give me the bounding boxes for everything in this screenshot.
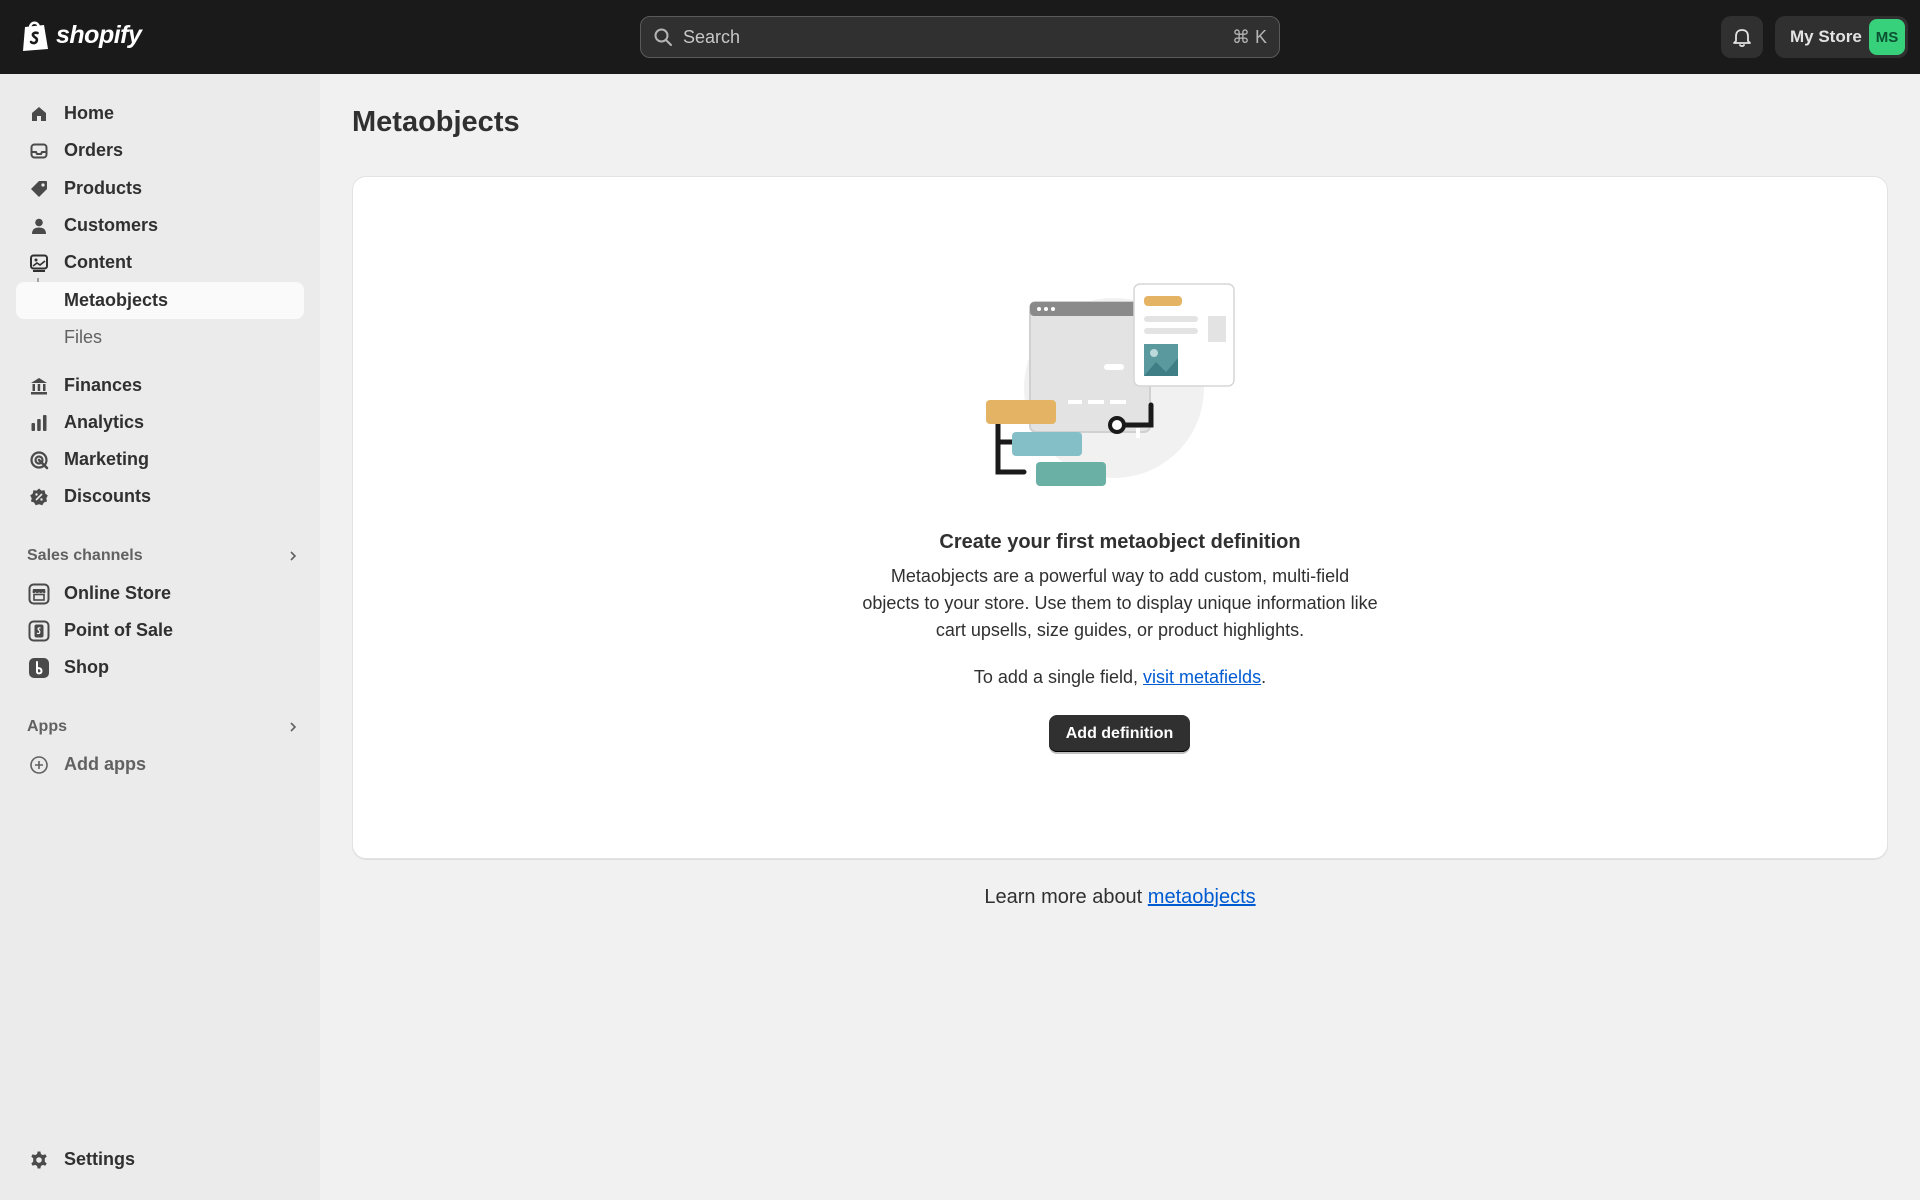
visit-metafields-link[interactable]: visit metafields: [1143, 667, 1261, 687]
metaobject-illustration: [986, 283, 1235, 486]
sidebar-item-customers[interactable]: Customers: [16, 207, 304, 244]
sidebar: Home Orders Products Customers Content M…: [0, 74, 320, 1200]
apps-heading[interactable]: Apps: [27, 714, 299, 740]
sidebar-item-content[interactable]: Content: [16, 244, 304, 281]
sidebar-item-settings[interactable]: Settings: [16, 1141, 304, 1178]
sidebar-item-label: Online Store: [64, 583, 172, 603]
learn-more-prefix: Learn more about: [984, 886, 1148, 908]
sidebar-item-label: Metaobjects: [64, 290, 169, 310]
sales-channels-heading[interactable]: Sales channels: [27, 543, 299, 569]
sidebar-item-label: Content: [64, 252, 132, 272]
sidebar-item-label: Settings: [64, 1149, 136, 1169]
sidebar-item-label: Marketing: [64, 449, 150, 469]
sidebar-item-discounts[interactable]: Discounts: [16, 478, 304, 515]
search-icon: [654, 28, 672, 46]
sidebar-item-home[interactable]: Home: [16, 95, 304, 132]
sidebar-item-label: Shop: [64, 657, 109, 677]
gear-icon: [27, 1148, 51, 1172]
target-icon: [27, 448, 51, 472]
store-menu-button[interactable]: My Store MS: [1775, 16, 1908, 58]
avatar: MS: [1869, 19, 1905, 55]
add-definition-button[interactable]: Add definition: [1049, 715, 1190, 752]
shopify-bag-icon: [23, 21, 48, 51]
sidebar-item-finances[interactable]: Finances: [16, 367, 304, 404]
sidebar-item-label: Home: [64, 103, 115, 123]
sidebar-item-label: Files: [64, 327, 103, 347]
sidebar-item-metaobjects[interactable]: Metaobjects: [16, 282, 304, 319]
sidebar-item-files[interactable]: Files: [16, 319, 304, 356]
single-field-text: To add a single field, visit metafields.: [352, 667, 1888, 688]
sidebar-item-label: Point of Sale: [64, 620, 174, 640]
store-icon: [27, 582, 51, 606]
add-circle-icon: [27, 753, 51, 777]
inbox-icon: [27, 139, 51, 163]
sidebar-item-label: Discounts: [64, 486, 152, 506]
shop-icon: [27, 656, 51, 680]
empty-state-body: Metaobjects are a powerful way to add cu…: [862, 566, 1378, 640]
person-icon: [27, 214, 51, 238]
notifications-button[interactable]: [1721, 16, 1763, 58]
sidebar-item-label: Orders: [64, 140, 124, 160]
bank-icon: [27, 374, 51, 398]
chevron-right-icon: [290, 551, 297, 561]
empty-state-card: [352, 176, 1888, 859]
sidebar-item-label: Finances: [64, 375, 143, 395]
sidebar-item-label: Customers: [64, 215, 159, 235]
shopify-logo[interactable]: shopify: [20, 18, 142, 52]
search-shortcut: ⌘ K: [1231, 26, 1267, 47]
metaobjects-link[interactable]: metaobjects: [1148, 886, 1256, 908]
discount-icon: [27, 485, 51, 509]
section-label: Apps: [27, 718, 67, 735]
single-field-suffix: .: [1261, 667, 1267, 687]
chevron-right-icon: [290, 722, 297, 732]
sidebar-item-label: Products: [64, 178, 143, 198]
content-icon: [27, 251, 51, 275]
top-bar: shopify Search ⌘ K My Store MS: [0, 0, 1920, 74]
home-icon: [27, 102, 51, 126]
sidebar-item-orders[interactable]: Orders: [16, 132, 304, 169]
sidebar-item-online-store[interactable]: Online Store: [16, 575, 304, 612]
learn-more-text: Learn more about metaobjects: [352, 886, 1888, 909]
empty-state-heading: Create your first metaobject definition: [939, 531, 1301, 553]
search-placeholder: Search: [683, 26, 741, 47]
sidebar-item-point-of-sale[interactable]: Point of Sale: [16, 612, 304, 649]
pos-icon: [27, 619, 51, 643]
logo-text: shopify: [56, 20, 142, 49]
chart-icon: [27, 411, 51, 435]
tag-icon: [27, 177, 51, 201]
sidebar-item-analytics[interactable]: Analytics: [16, 404, 304, 441]
sidebar-item-marketing[interactable]: Marketing: [16, 441, 304, 478]
sidebar-item-label: Add apps: [64, 754, 147, 774]
store-name: My Store: [1790, 27, 1862, 46]
single-field-prefix: To add a single field,: [973, 667, 1144, 687]
sidebar-item-products[interactable]: Products: [16, 170, 304, 207]
page-title: Metaobjects: [352, 106, 520, 138]
sidebar-item-label: Analytics: [64, 412, 145, 432]
bell-icon: [1733, 29, 1751, 48]
sidebar-item-add-apps[interactable]: Add apps: [16, 746, 304, 783]
sidebar-item-shop[interactable]: Shop: [16, 649, 304, 686]
search-bar[interactable]: Search ⌘ K: [640, 16, 1280, 58]
section-label: Sales channels: [27, 547, 143, 564]
